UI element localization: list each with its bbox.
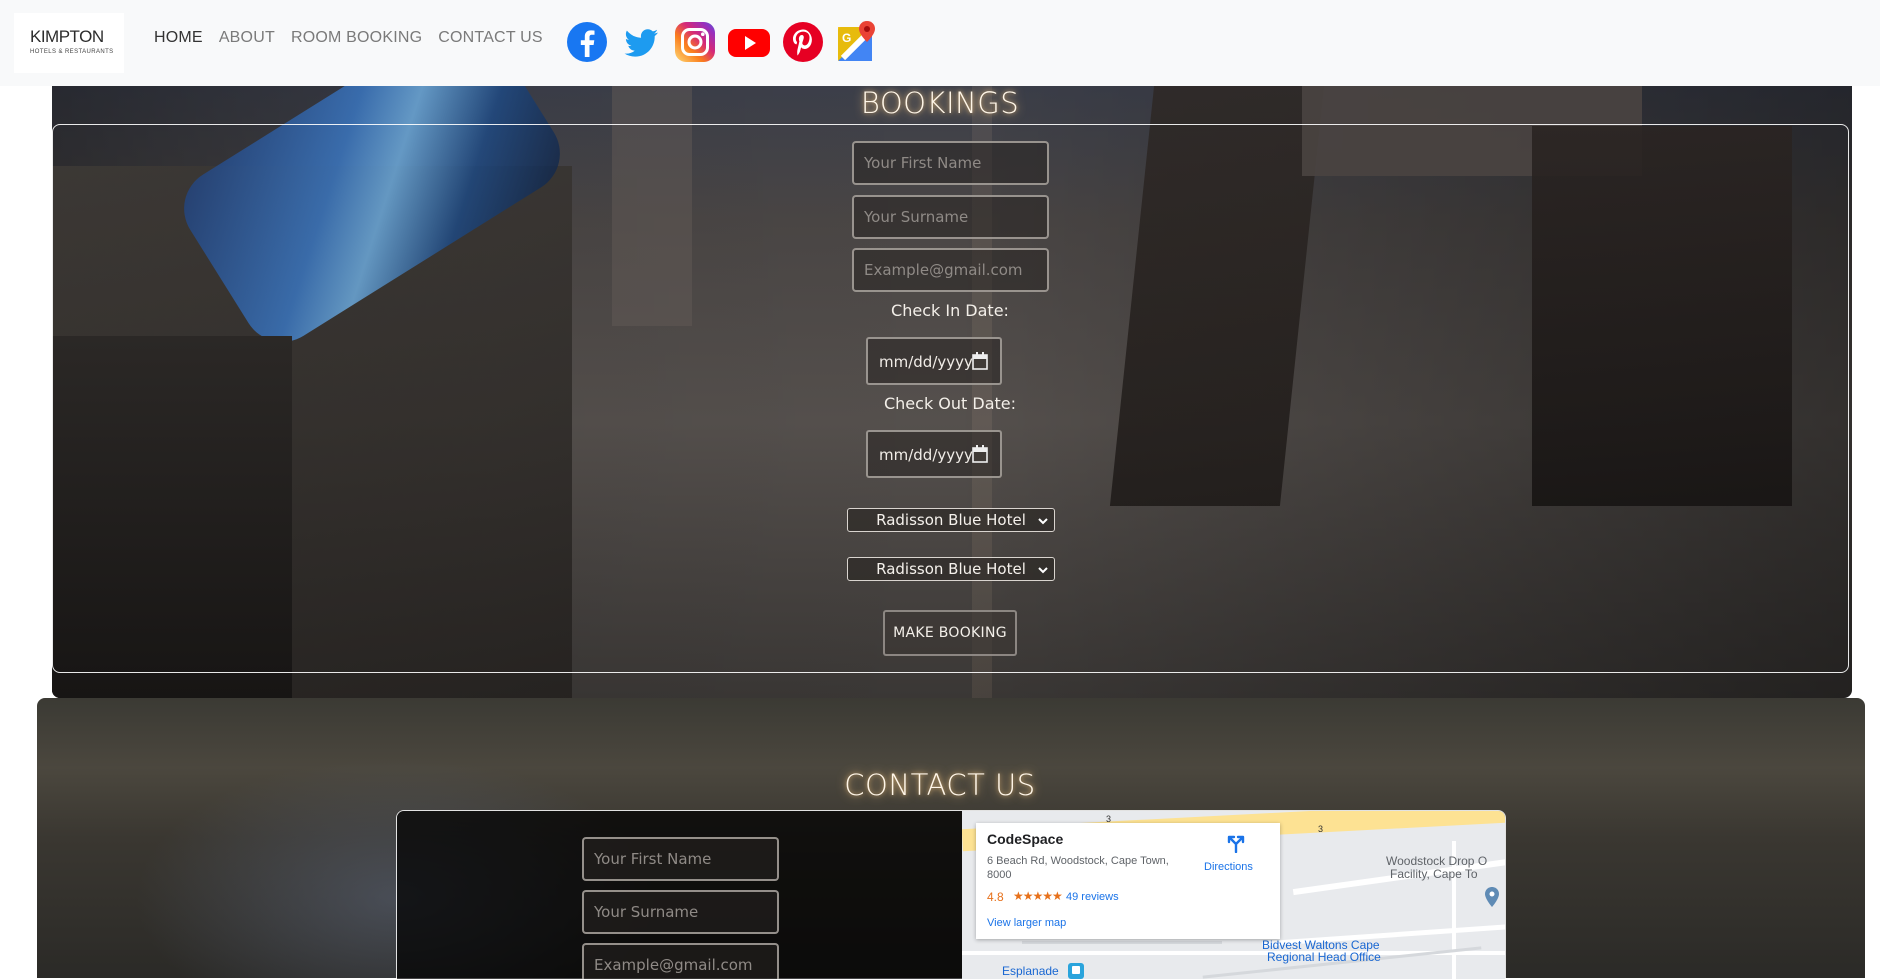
map-label-woodstock-line2: Facility, Cape To [1390, 867, 1478, 881]
train-station-icon [1068, 963, 1084, 979]
chevron-down-icon [1038, 518, 1048, 525]
svg-text:G: G [842, 31, 851, 45]
calendar-icon[interactable] [972, 352, 988, 370]
facebook-icon[interactable] [566, 21, 608, 63]
nav-link-about[interactable]: ABOUT [219, 29, 275, 47]
instagram-icon[interactable] [674, 21, 716, 63]
rating-stars: ★★★★★ [1013, 889, 1063, 903]
navbar: KIMPTON HOTELS & RESTAURANTS HOME ABOUT … [0, 0, 1880, 86]
check-out-date-value: mm/dd/yyyy [879, 446, 973, 464]
nav-link-contact-us[interactable]: CONTACT US [438, 29, 543, 47]
contact-form [397, 811, 962, 979]
map-place-card: CodeSpace 6 Beach Rd, Woodstock, Cape To… [976, 823, 1280, 939]
view-larger-map-link[interactable]: View larger map [987, 917, 1066, 929]
contact-container: 3 3 Woodstock Drop O Facility, Cape To B… [396, 810, 1506, 980]
bookings-title: BOOKINGS [860, 86, 1020, 120]
contact-email-input[interactable] [582, 943, 779, 979]
map-label-woodstock-line1: Woodstock Drop O [1386, 854, 1488, 868]
place-rating: 4.8 [987, 890, 1004, 904]
twitter-icon[interactable] [620, 21, 662, 63]
directions-link[interactable]: Directions [1204, 861, 1253, 873]
map-label-bidvest-line2: Regional Head Office [1267, 950, 1381, 964]
place-name: CodeSpace [987, 831, 1064, 847]
directions-icon[interactable] [1227, 835, 1245, 853]
google-maps-icon[interactable]: G [836, 21, 878, 63]
chevron-down-icon [1038, 567, 1048, 574]
check-in-date-value: mm/dd/yyyy [879, 353, 973, 371]
brand-logo[interactable]: KIMPTON HOTELS & RESTAURANTS [14, 13, 124, 73]
booking-surname-input[interactable] [852, 195, 1049, 239]
check-in-date-input[interactable]: mm/dd/yyyy [866, 337, 1002, 385]
check-out-label: Check Out Date: [883, 394, 1017, 413]
logo-subtext: HOTELS & RESTAURANTS [30, 49, 114, 55]
hotel-select-1-value: Radisson Blue Hotel [876, 511, 1026, 529]
hotel-select-1[interactable]: Radisson Blue Hotel [847, 508, 1055, 532]
embedded-map[interactable]: 3 3 Woodstock Drop O Facility, Cape To B… [962, 811, 1505, 979]
map-label-esplanade: Esplanade [1002, 964, 1059, 978]
contact-surname-input[interactable] [582, 890, 779, 934]
make-booking-button[interactable]: MAKE BOOKING [883, 610, 1017, 656]
place-address: 6 Beach Rd, Woodstock, Cape Town, 8000 [987, 855, 1169, 881]
reviews-link[interactable]: 49 reviews [1066, 891, 1119, 903]
road-number: 3 [1318, 824, 1324, 834]
nav-link-room-booking[interactable]: ROOM BOOKING [291, 29, 422, 47]
hotel-select-2-value: Radisson Blue Hotel [876, 560, 1026, 578]
social-links: G [566, 21, 890, 63]
logo-text: KIMPTON [30, 27, 104, 46]
booking-first-name-input[interactable] [852, 141, 1049, 185]
map-pin-icon[interactable] [1485, 887, 1499, 907]
contact-title: CONTACT US [844, 768, 1036, 802]
check-in-label: Check In Date: [891, 301, 1009, 320]
contact-first-name-input[interactable] [582, 837, 779, 881]
calendar-icon[interactable] [972, 445, 988, 463]
check-out-date-input[interactable]: mm/dd/yyyy [866, 430, 1002, 478]
youtube-icon[interactable] [728, 21, 770, 63]
booking-email-input[interactable] [852, 248, 1049, 292]
pinterest-icon[interactable] [782, 21, 824, 63]
nav-links: HOME ABOUT ROOM BOOKING CONTACT US [154, 29, 559, 47]
hotel-select-2[interactable]: Radisson Blue Hotel [847, 557, 1055, 581]
nav-link-home[interactable]: HOME [154, 29, 203, 47]
